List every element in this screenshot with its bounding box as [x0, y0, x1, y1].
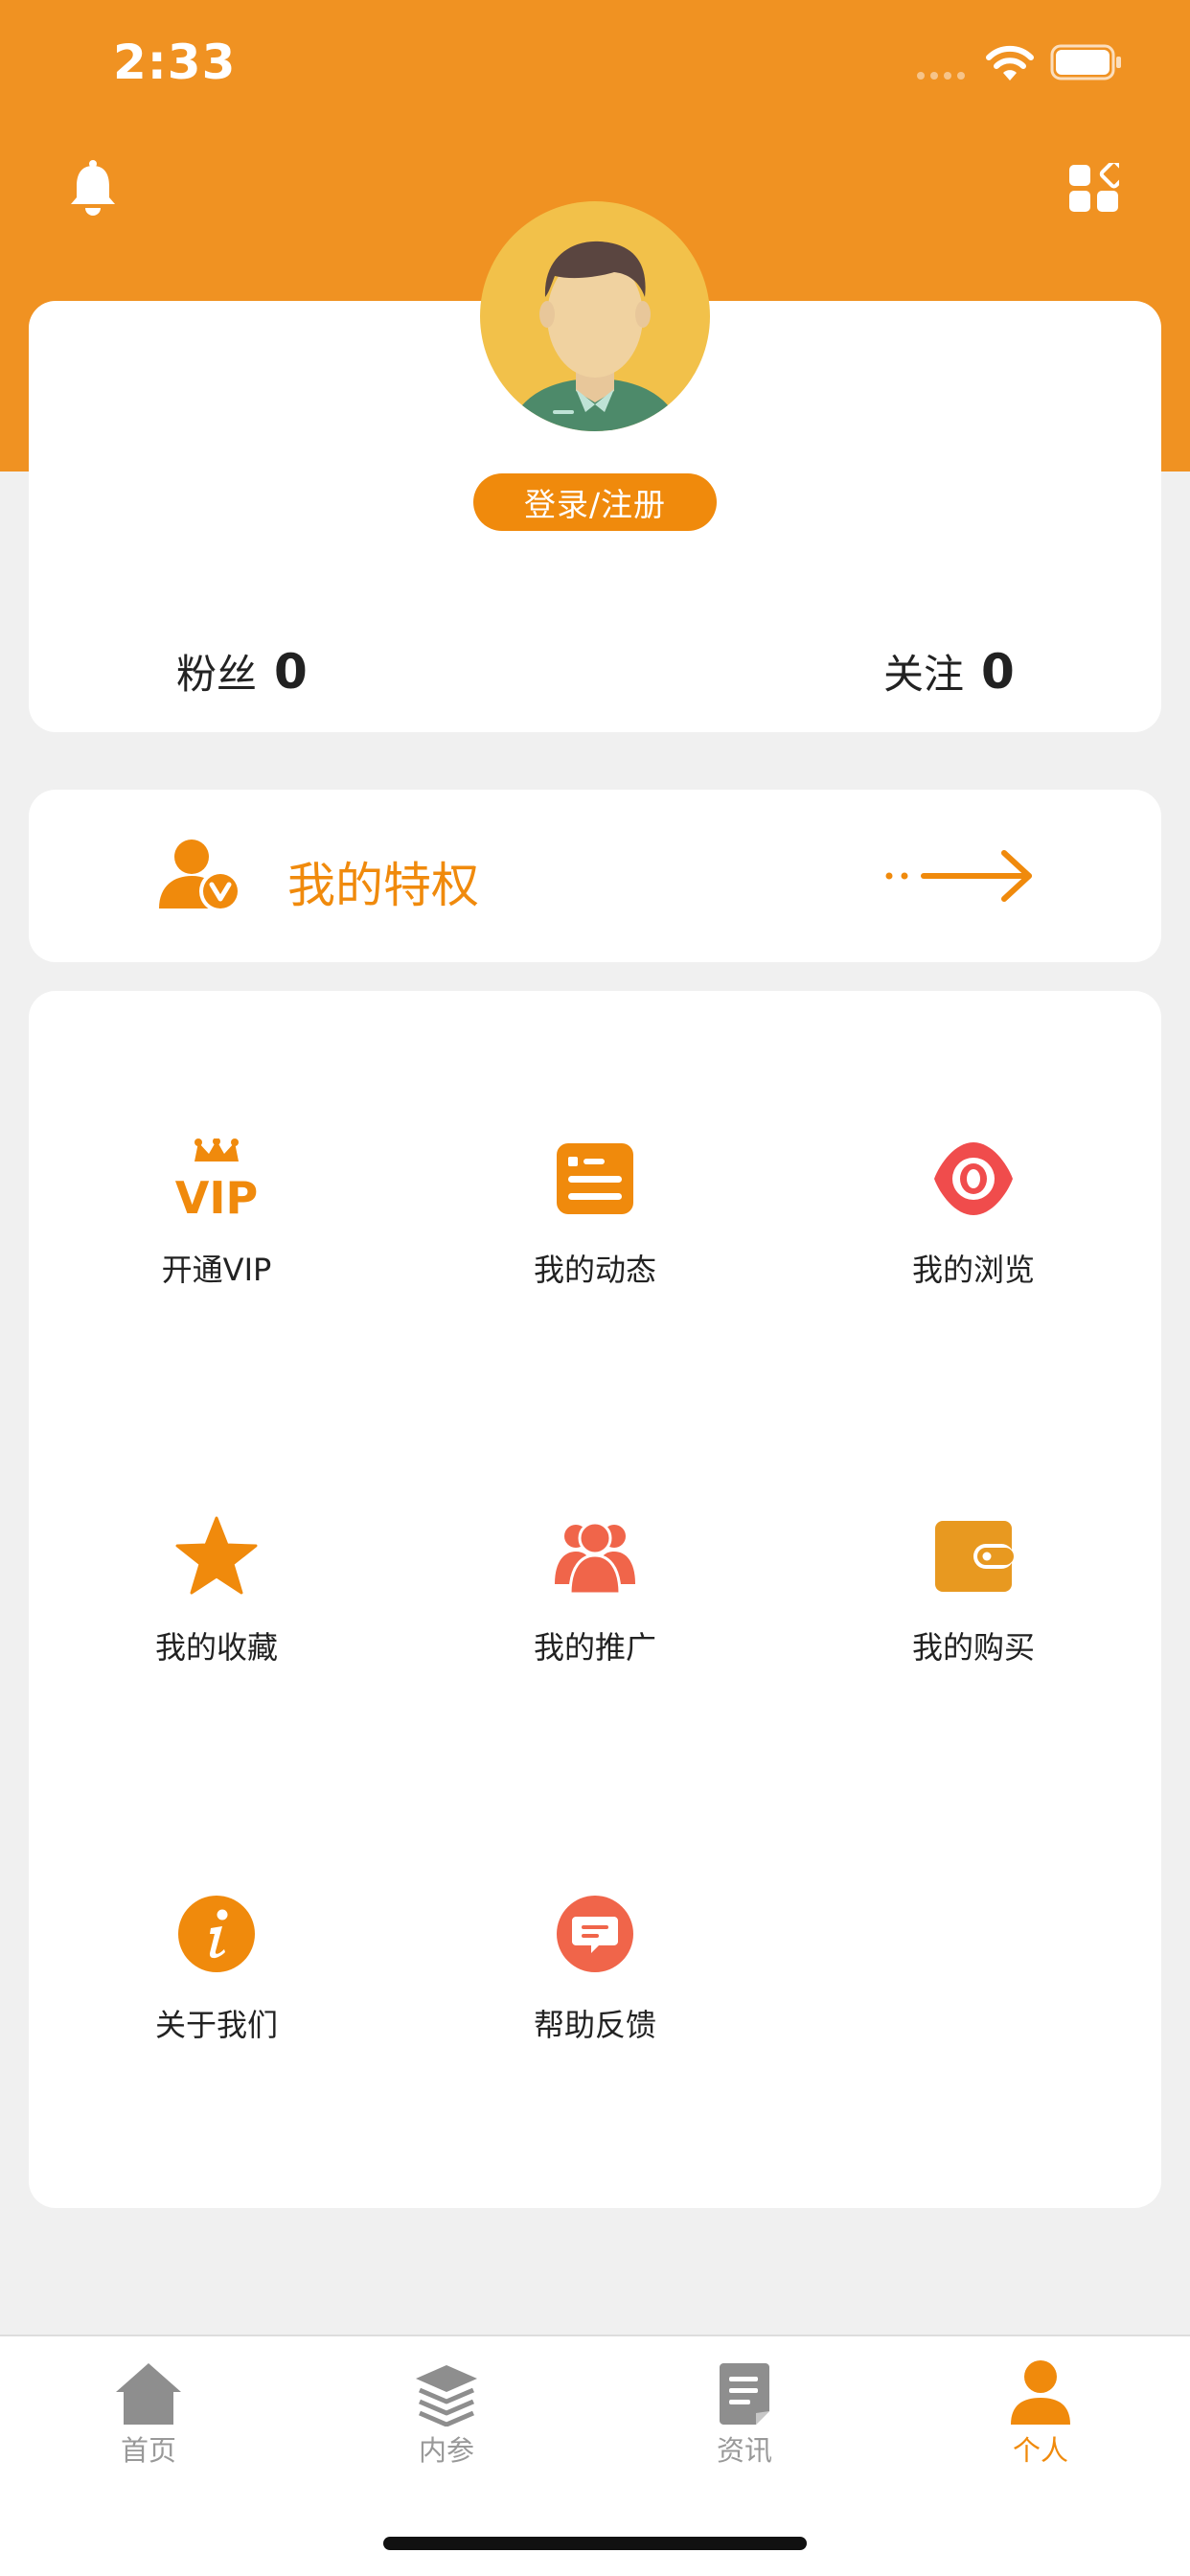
follow-stat[interactable]: 关注 0: [883, 642, 1015, 701]
tab-news[interactable]: 资讯: [668, 2354, 821, 2469]
tab-home[interactable]: 首页: [72, 2354, 225, 2469]
menu-item-favorites[interactable]: 我的收藏: [44, 1508, 389, 1668]
wifi-icon: [986, 45, 1034, 80]
menu-item-promotion[interactable]: 我的推广: [423, 1508, 767, 1668]
follow-label: 关注: [883, 651, 965, 698]
person-icon: [964, 2354, 1117, 2426]
news-card-icon: [547, 1131, 643, 1227]
menu-item-label: 关于我们: [154, 2007, 278, 2043]
menu-item-vip[interactable]: VIP 开通VIP: [44, 1131, 389, 1290]
eye-icon: [926, 1131, 1021, 1227]
menu-item-label: 开通VIP: [161, 1252, 272, 1288]
status-time: 2:33: [113, 34, 237, 90]
menu-item-label: 我的收藏: [154, 1629, 278, 1666]
menu-item-my-posts[interactable]: 我的动态: [423, 1131, 767, 1290]
vip-user-icon: [159, 840, 241, 912]
home-indicator: [383, 2537, 807, 2550]
privilege-label: 我的特权: [287, 858, 479, 913]
menu-item-label: 我的浏览: [911, 1252, 1035, 1288]
bell-icon[interactable]: [67, 159, 119, 217]
menu-item-label: 我的购买: [911, 1629, 1035, 1666]
menu-item-label: 我的动态: [533, 1252, 656, 1288]
tab-personal[interactable]: 个人: [964, 2354, 1117, 2469]
chat-bubble-icon: [547, 1886, 643, 1982]
info-icon: [169, 1886, 264, 1982]
people-group-icon: [547, 1508, 643, 1604]
apps-grid-icon[interactable]: [1069, 163, 1119, 213]
layers-icon: [370, 2354, 523, 2426]
menu-item-help-feedback[interactable]: 帮助反馈: [423, 1886, 767, 2045]
home-icon: [72, 2354, 225, 2426]
wallet-icon: [926, 1508, 1021, 1604]
vip-crown-icon: VIP: [169, 1131, 264, 1227]
menu-item-about-us[interactable]: 关于我们: [44, 1886, 389, 2045]
login-register-button[interactable]: 登录/注册: [473, 473, 717, 531]
document-icon: [668, 2354, 821, 2426]
follow-count: 0: [981, 644, 1015, 700]
arrow-right-icon: [885, 850, 1032, 902]
tab-label: 首页: [120, 2434, 176, 2467]
menu-item-purchases[interactable]: 我的购买: [801, 1508, 1146, 1668]
fans-count: 0: [274, 644, 308, 700]
svg-text:VIP: VIP: [175, 1172, 258, 1219]
menu-item-history[interactable]: 我的浏览: [801, 1131, 1146, 1290]
fans-label: 粉丝: [176, 651, 258, 698]
battery-icon: [1050, 44, 1121, 80]
avatar[interactable]: [480, 201, 710, 431]
fans-stat[interactable]: 粉丝 0: [176, 642, 308, 701]
tab-label: 资讯: [716, 2434, 772, 2467]
tab-label: 个人: [1012, 2434, 1068, 2467]
tab-label: 内参: [418, 2434, 474, 2467]
cellular-signal-icon: [917, 72, 965, 80]
menu-item-label: 我的推广: [533, 1629, 656, 1666]
menu-item-label: 帮助反馈: [533, 2007, 656, 2043]
star-icon: [169, 1508, 264, 1604]
tab-insider[interactable]: 内参: [370, 2354, 523, 2469]
